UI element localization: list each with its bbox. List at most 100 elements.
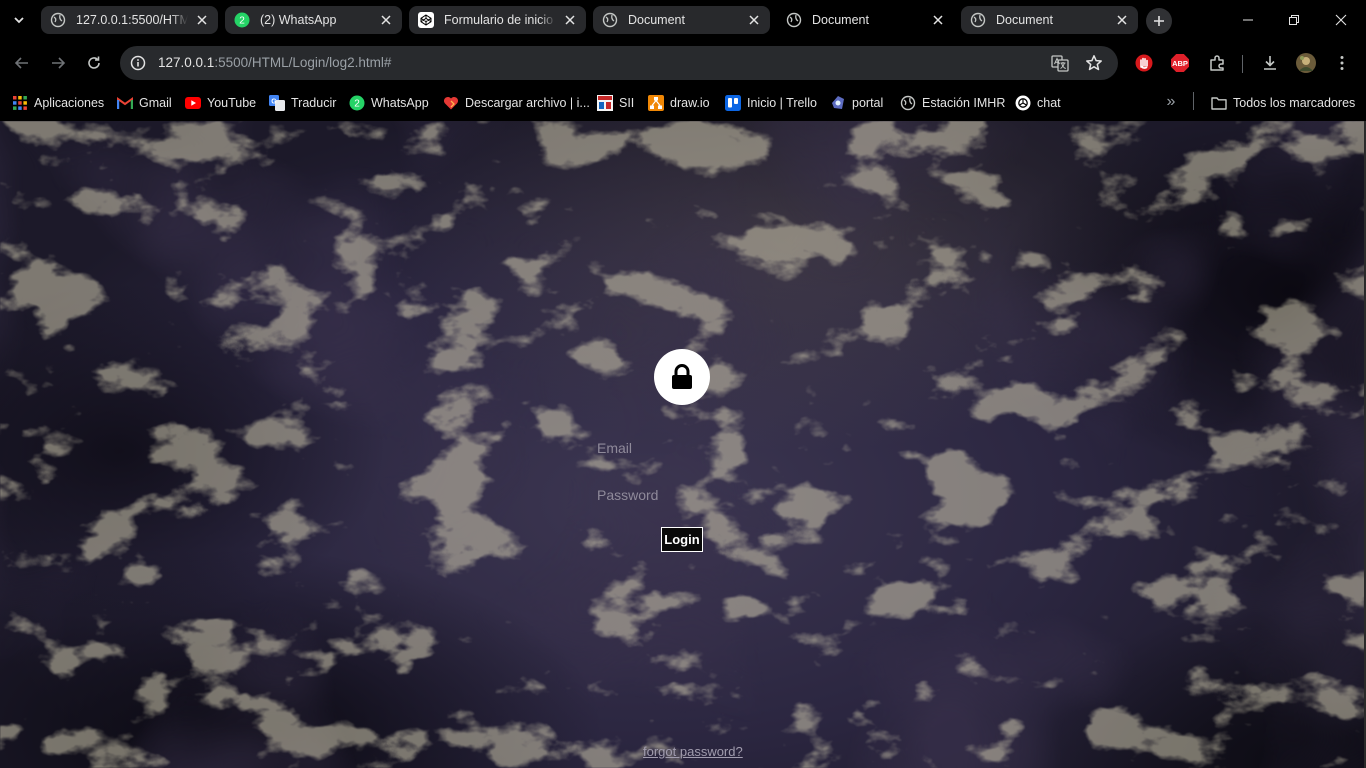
tab-search-chevron-icon[interactable] (8, 9, 30, 31)
bookmark-youtube[interactable]: YouTube (185, 92, 256, 114)
translate-page-icon[interactable] (1050, 53, 1070, 73)
svg-text:G: G (271, 99, 277, 106)
gmail-icon (117, 95, 133, 111)
portal-icon (830, 95, 846, 111)
globe-icon (50, 12, 66, 28)
close-window-button[interactable] (1318, 0, 1364, 40)
bookmark-whatsapp[interactable]: 2 WhatsApp (349, 92, 429, 114)
forgot-password-link[interactable]: forgot password? (643, 744, 743, 759)
drawio-icon (648, 95, 664, 111)
bookmark-label: chat (1037, 96, 1061, 110)
arrow-right-icon (52, 57, 66, 69)
tab-title: Document (628, 13, 685, 27)
close-tab-icon[interactable] (1114, 12, 1130, 28)
close-tab-icon[interactable] (930, 12, 946, 28)
tab-strip: 127.0.0.1:5500/HTML/Login/log.html 2 (2)… (0, 0, 1366, 41)
whatsapp-icon: 2 (349, 95, 365, 111)
minimize-icon (1243, 19, 1253, 21)
back-button[interactable] (8, 49, 36, 77)
url-host: 127.0.0.1 (158, 55, 215, 70)
chatgpt-icon (1015, 95, 1031, 111)
hand-stop-extension-icon[interactable] (1133, 52, 1155, 74)
restore-button[interactable] (1271, 0, 1317, 40)
login-button[interactable]: Login (661, 527, 703, 552)
tab-title: Document (996, 13, 1053, 27)
tab-title: (2) WhatsApp (260, 13, 337, 27)
bookmark-label: WhatsApp (371, 96, 429, 110)
url-text[interactable]: 127.0.0.1:5500/HTML/Login/log2.html# (158, 55, 391, 70)
bookmark-drawio[interactable]: draw.io (648, 92, 710, 114)
folder-icon (1211, 95, 1227, 111)
bookmark-portal[interactable]: portal (830, 92, 883, 114)
bookmark-label: YouTube (207, 96, 257, 110)
tab-3[interactable]: Formulario de inicio de sesión (409, 6, 586, 34)
tab-title: 127.0.0.1:5500/HTML/Login/log.html (76, 13, 188, 27)
tab-2[interactable]: 2 (2) WhatsApp (225, 6, 402, 34)
tab-1[interactable]: 127.0.0.1:5500/HTML/Login/log.html (41, 6, 218, 34)
svg-text:2: 2 (354, 99, 360, 110)
login-page: Login forgot password? (0, 121, 1366, 768)
close-tab-icon[interactable] (746, 12, 762, 28)
bookmark-label: Inicio | Trello (747, 96, 817, 110)
all-bookmarks-folder[interactable]: Todos los marcadores (1211, 92, 1355, 114)
bookmark-chat[interactable]: chat (1015, 92, 1061, 114)
svg-text:2: 2 (239, 16, 245, 27)
globe-icon (970, 12, 986, 28)
globe-icon (602, 12, 618, 28)
bookmark-label: draw.io (670, 96, 710, 110)
password-input[interactable] (597, 483, 769, 507)
toolbar-divider (1242, 55, 1243, 73)
bookmark-aplicaciones[interactable]: Aplicaciones (12, 92, 104, 114)
codepen-icon (418, 12, 434, 28)
bookmarks-divider (1193, 92, 1194, 110)
lock-icon (672, 364, 692, 389)
plus-icon (1154, 16, 1164, 26)
bookmark-gmail[interactable]: Gmail (117, 92, 172, 114)
forward-button[interactable] (44, 49, 72, 77)
extensions-puzzle-icon[interactable] (1206, 52, 1228, 74)
tab-6[interactable]: Document (961, 6, 1138, 34)
bookmark-star-icon[interactable] (1084, 53, 1104, 73)
reload-button[interactable] (80, 49, 108, 77)
heart-icon (443, 95, 459, 111)
all-bookmarks-label: Todos los marcadores (1233, 96, 1356, 110)
close-tab-icon[interactable] (378, 12, 394, 28)
globe-icon (900, 95, 916, 111)
bookmark-descargar-archivo[interactable]: Descargar archivo | i... (443, 92, 590, 114)
bookmark-label: Traducir (291, 96, 337, 110)
browser-toolbar: 127.0.0.1:5500/HTML/Login/log2.html# ABP (0, 41, 1366, 85)
bookmark-traducir[interactable]: G Traducir (269, 92, 336, 114)
tab-title: Formulario de inicio de sesión (444, 13, 556, 27)
bookmark-label: Descargar archivo | i... (465, 96, 590, 110)
reload-icon (88, 56, 100, 69)
close-tab-icon[interactable] (194, 12, 210, 28)
tab-4[interactable]: Document (593, 6, 770, 34)
minimize-button[interactable] (1225, 0, 1271, 40)
close-tab-icon[interactable] (562, 12, 578, 28)
tab-title: Document (812, 13, 869, 27)
bookmark-label: SII (619, 96, 635, 110)
globe-icon (786, 12, 802, 28)
bookmark-label: Gmail (139, 96, 172, 110)
adblock-plus-icon[interactable]: ABP (1169, 52, 1191, 74)
more-bookmarks-chevron-icon[interactable]: » (1161, 92, 1181, 112)
address-bar[interactable]: 127.0.0.1:5500/HTML/Login/log2.html# (120, 46, 1118, 80)
bookmark-trello[interactable]: Inicio | Trello (725, 92, 817, 114)
svg-text:ABP: ABP (1172, 59, 1188, 68)
arrow-left-icon (14, 57, 28, 69)
new-tab-button[interactable] (1146, 8, 1172, 34)
download-icon[interactable] (1259, 52, 1281, 74)
bookmark-label: Estación IMHR (922, 96, 1006, 110)
more-menu-icon[interactable] (1331, 52, 1353, 74)
profile-avatar[interactable] (1295, 52, 1317, 74)
email-input[interactable] (597, 436, 769, 460)
restore-icon (1289, 15, 1299, 25)
lock-avatar (654, 349, 710, 405)
bookmark-sii[interactable]: SII (597, 92, 634, 114)
tab-5-active[interactable]: Document (777, 6, 954, 34)
site-info-icon[interactable] (128, 53, 148, 73)
bookmark-estacion-imhr[interactable]: Estación IMHR (900, 92, 1005, 114)
translate-icon: G (269, 95, 285, 111)
bookmark-label: Aplicaciones (34, 96, 105, 110)
url-path: :5500/HTML/Login/log2.html# (214, 55, 392, 70)
